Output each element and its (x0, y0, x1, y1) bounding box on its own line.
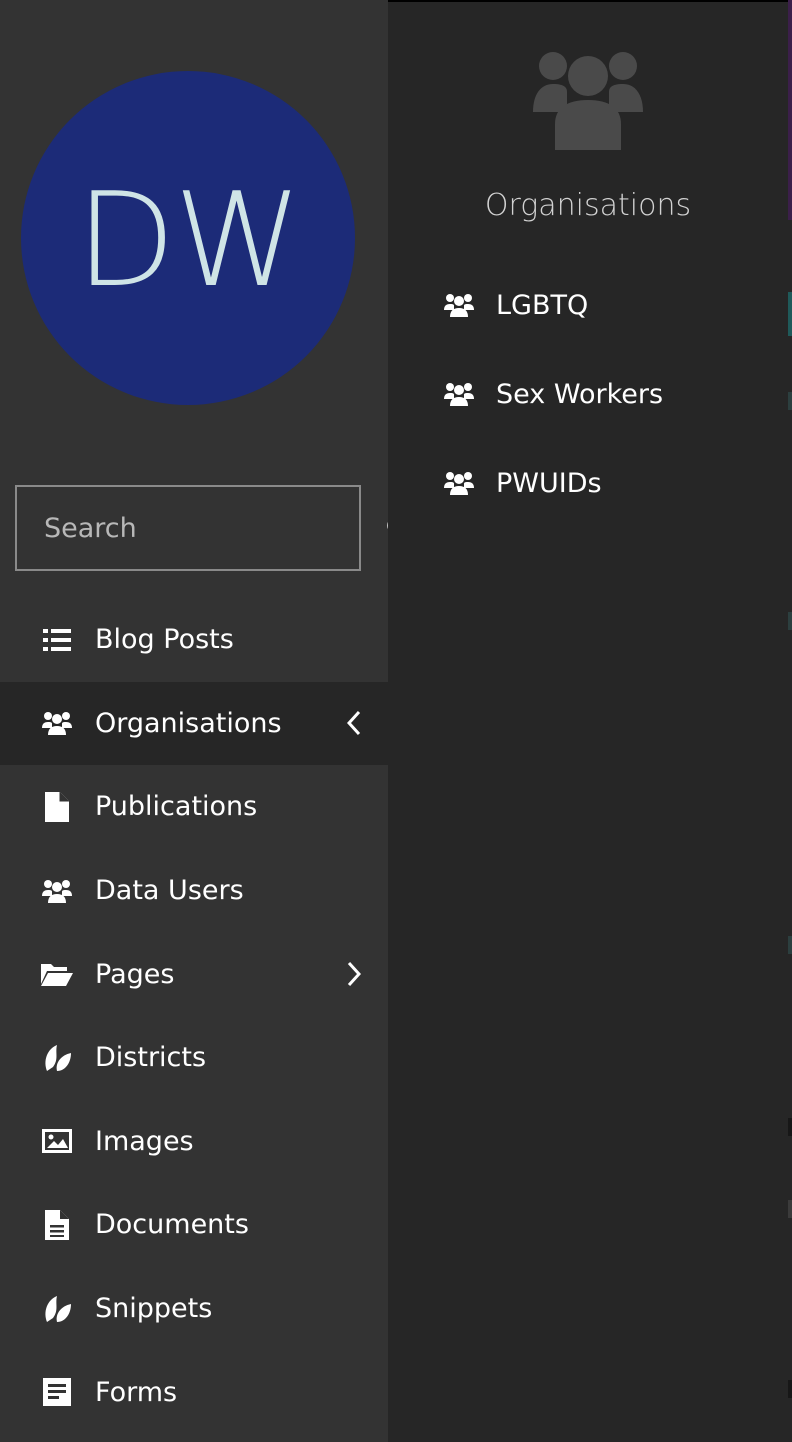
menu-item-blog-posts[interactable]: Blog Posts (0, 598, 388, 682)
menu-item-data-users[interactable]: Data Users (0, 849, 388, 933)
menu-item-images[interactable]: Images (0, 1100, 388, 1184)
search-box (15, 485, 411, 571)
menu-item-label: Districts (95, 1042, 207, 1074)
submenu-item-sex-workers[interactable]: Sex Workers (388, 364, 788, 424)
menu-item-label: Organisations (95, 707, 282, 739)
menu-item-documents[interactable]: Documents (0, 1183, 388, 1267)
menu-item-organisations[interactable]: Organisations (0, 681, 388, 766)
avatar-initials: DW (75, 164, 303, 316)
search-input[interactable] (17, 487, 386, 569)
users-icon (444, 379, 474, 409)
menu-item-label: Documents (95, 1209, 249, 1241)
users-icon (533, 46, 643, 150)
leaf-icon (41, 1293, 73, 1325)
form-icon (41, 1376, 73, 1408)
menu-item-snippets[interactable]: Snippets (0, 1267, 388, 1351)
menu-item-label: Data Users (95, 875, 244, 907)
menu-item-pages[interactable]: Pages (0, 932, 388, 1016)
submenu-panel: Organisations LGBTQ Sex Workers PWUIDs (388, 2, 788, 1442)
submenu-item-lgbtq[interactable]: LGBTQ (388, 275, 788, 335)
list-icon (41, 624, 73, 656)
menu-item-label: Snippets (95, 1293, 213, 1325)
menu-item-label: Forms (95, 1376, 178, 1408)
menu-item-label: Publications (95, 791, 258, 823)
document-icon (41, 1209, 73, 1241)
users-icon (41, 707, 73, 739)
chevron-left-icon[interactable] (342, 708, 366, 738)
submenu-item-pwuids[interactable]: PWUIDs (388, 453, 788, 513)
menu-item-label: Blog Posts (95, 624, 234, 656)
chevron-right-icon[interactable] (342, 959, 366, 989)
avatar[interactable]: DW (21, 71, 355, 405)
menu-item-forms[interactable]: Forms (0, 1350, 388, 1434)
main-menu: Blog Posts Organisations Publications Da… (0, 598, 388, 1434)
menu-item-publications[interactable]: Publications (0, 765, 388, 849)
submenu-title: Organisations (484, 188, 692, 223)
admin-page: DW Blog Posts Organ (0, 0, 792, 1442)
leaf-icon (41, 1042, 73, 1074)
image-icon (41, 1125, 73, 1157)
users-icon (444, 468, 474, 498)
file-icon (41, 791, 73, 823)
users-icon (41, 875, 73, 907)
menu-item-label: Pages (95, 958, 175, 990)
menu-item-districts[interactable]: Districts (0, 1016, 388, 1100)
submenu-item-label: Sex Workers (496, 378, 664, 410)
folder-open-icon (41, 958, 73, 990)
submenu-item-label: PWUIDs (496, 467, 602, 499)
sidebar: DW Blog Posts Organ (0, 0, 411, 1442)
main-content-edge (788, 0, 792, 220)
users-icon (444, 290, 474, 320)
submenu-item-label: LGBTQ (496, 289, 589, 321)
menu-item-label: Images (95, 1125, 194, 1157)
